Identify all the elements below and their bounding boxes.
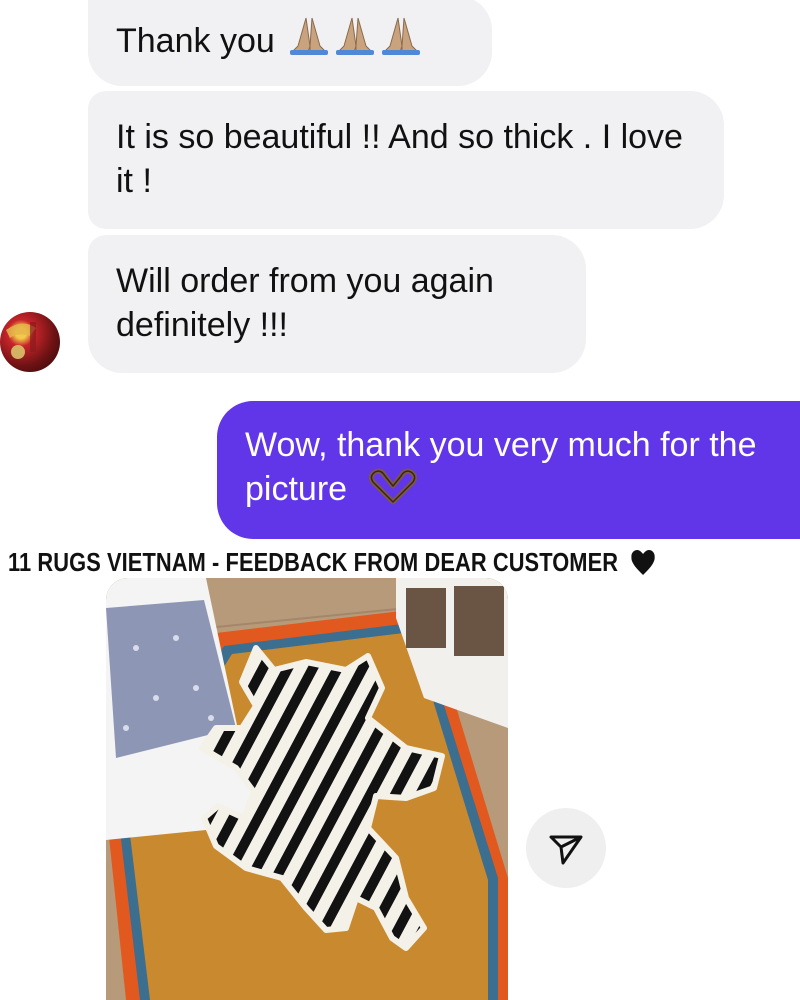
- black-heart-icon: [630, 550, 655, 575]
- message-text: Wow, thank you very much for the picture: [245, 426, 757, 508]
- message-text: It is so beautiful !! And so thick . I l…: [116, 118, 683, 200]
- message-bubble-incoming[interactable]: Thank you: [88, 0, 492, 86]
- message-text: Thank you: [116, 22, 275, 60]
- folded-hands-icon: [290, 17, 421, 55]
- caption-text: 11 RUGS VIETNAM - FEEDBACK FROM DEAR CUS…: [8, 546, 680, 578]
- shared-photo[interactable]: [106, 578, 508, 1000]
- avatar[interactable]: [0, 312, 60, 372]
- avatar-image: [6, 322, 36, 359]
- message-bubble-incoming[interactable]: Will order from you again definitely !!!: [88, 235, 586, 373]
- caption-label: 11 RUGS VIETNAM - FEEDBACK FROM DEAR CUS…: [8, 547, 619, 577]
- paper-plane-icon: [549, 835, 583, 865]
- message-text: Will order from you again definitely !!!: [116, 262, 494, 344]
- zebra-rug-photo: [106, 578, 508, 1000]
- heart-hands-icon: [368, 468, 417, 505]
- message-bubble-outgoing[interactable]: Wow, thank you very much for the picture: [217, 401, 800, 539]
- message-bubble-incoming[interactable]: It is so beautiful !! And so thick . I l…: [88, 91, 724, 229]
- share-button[interactable]: [526, 808, 606, 888]
